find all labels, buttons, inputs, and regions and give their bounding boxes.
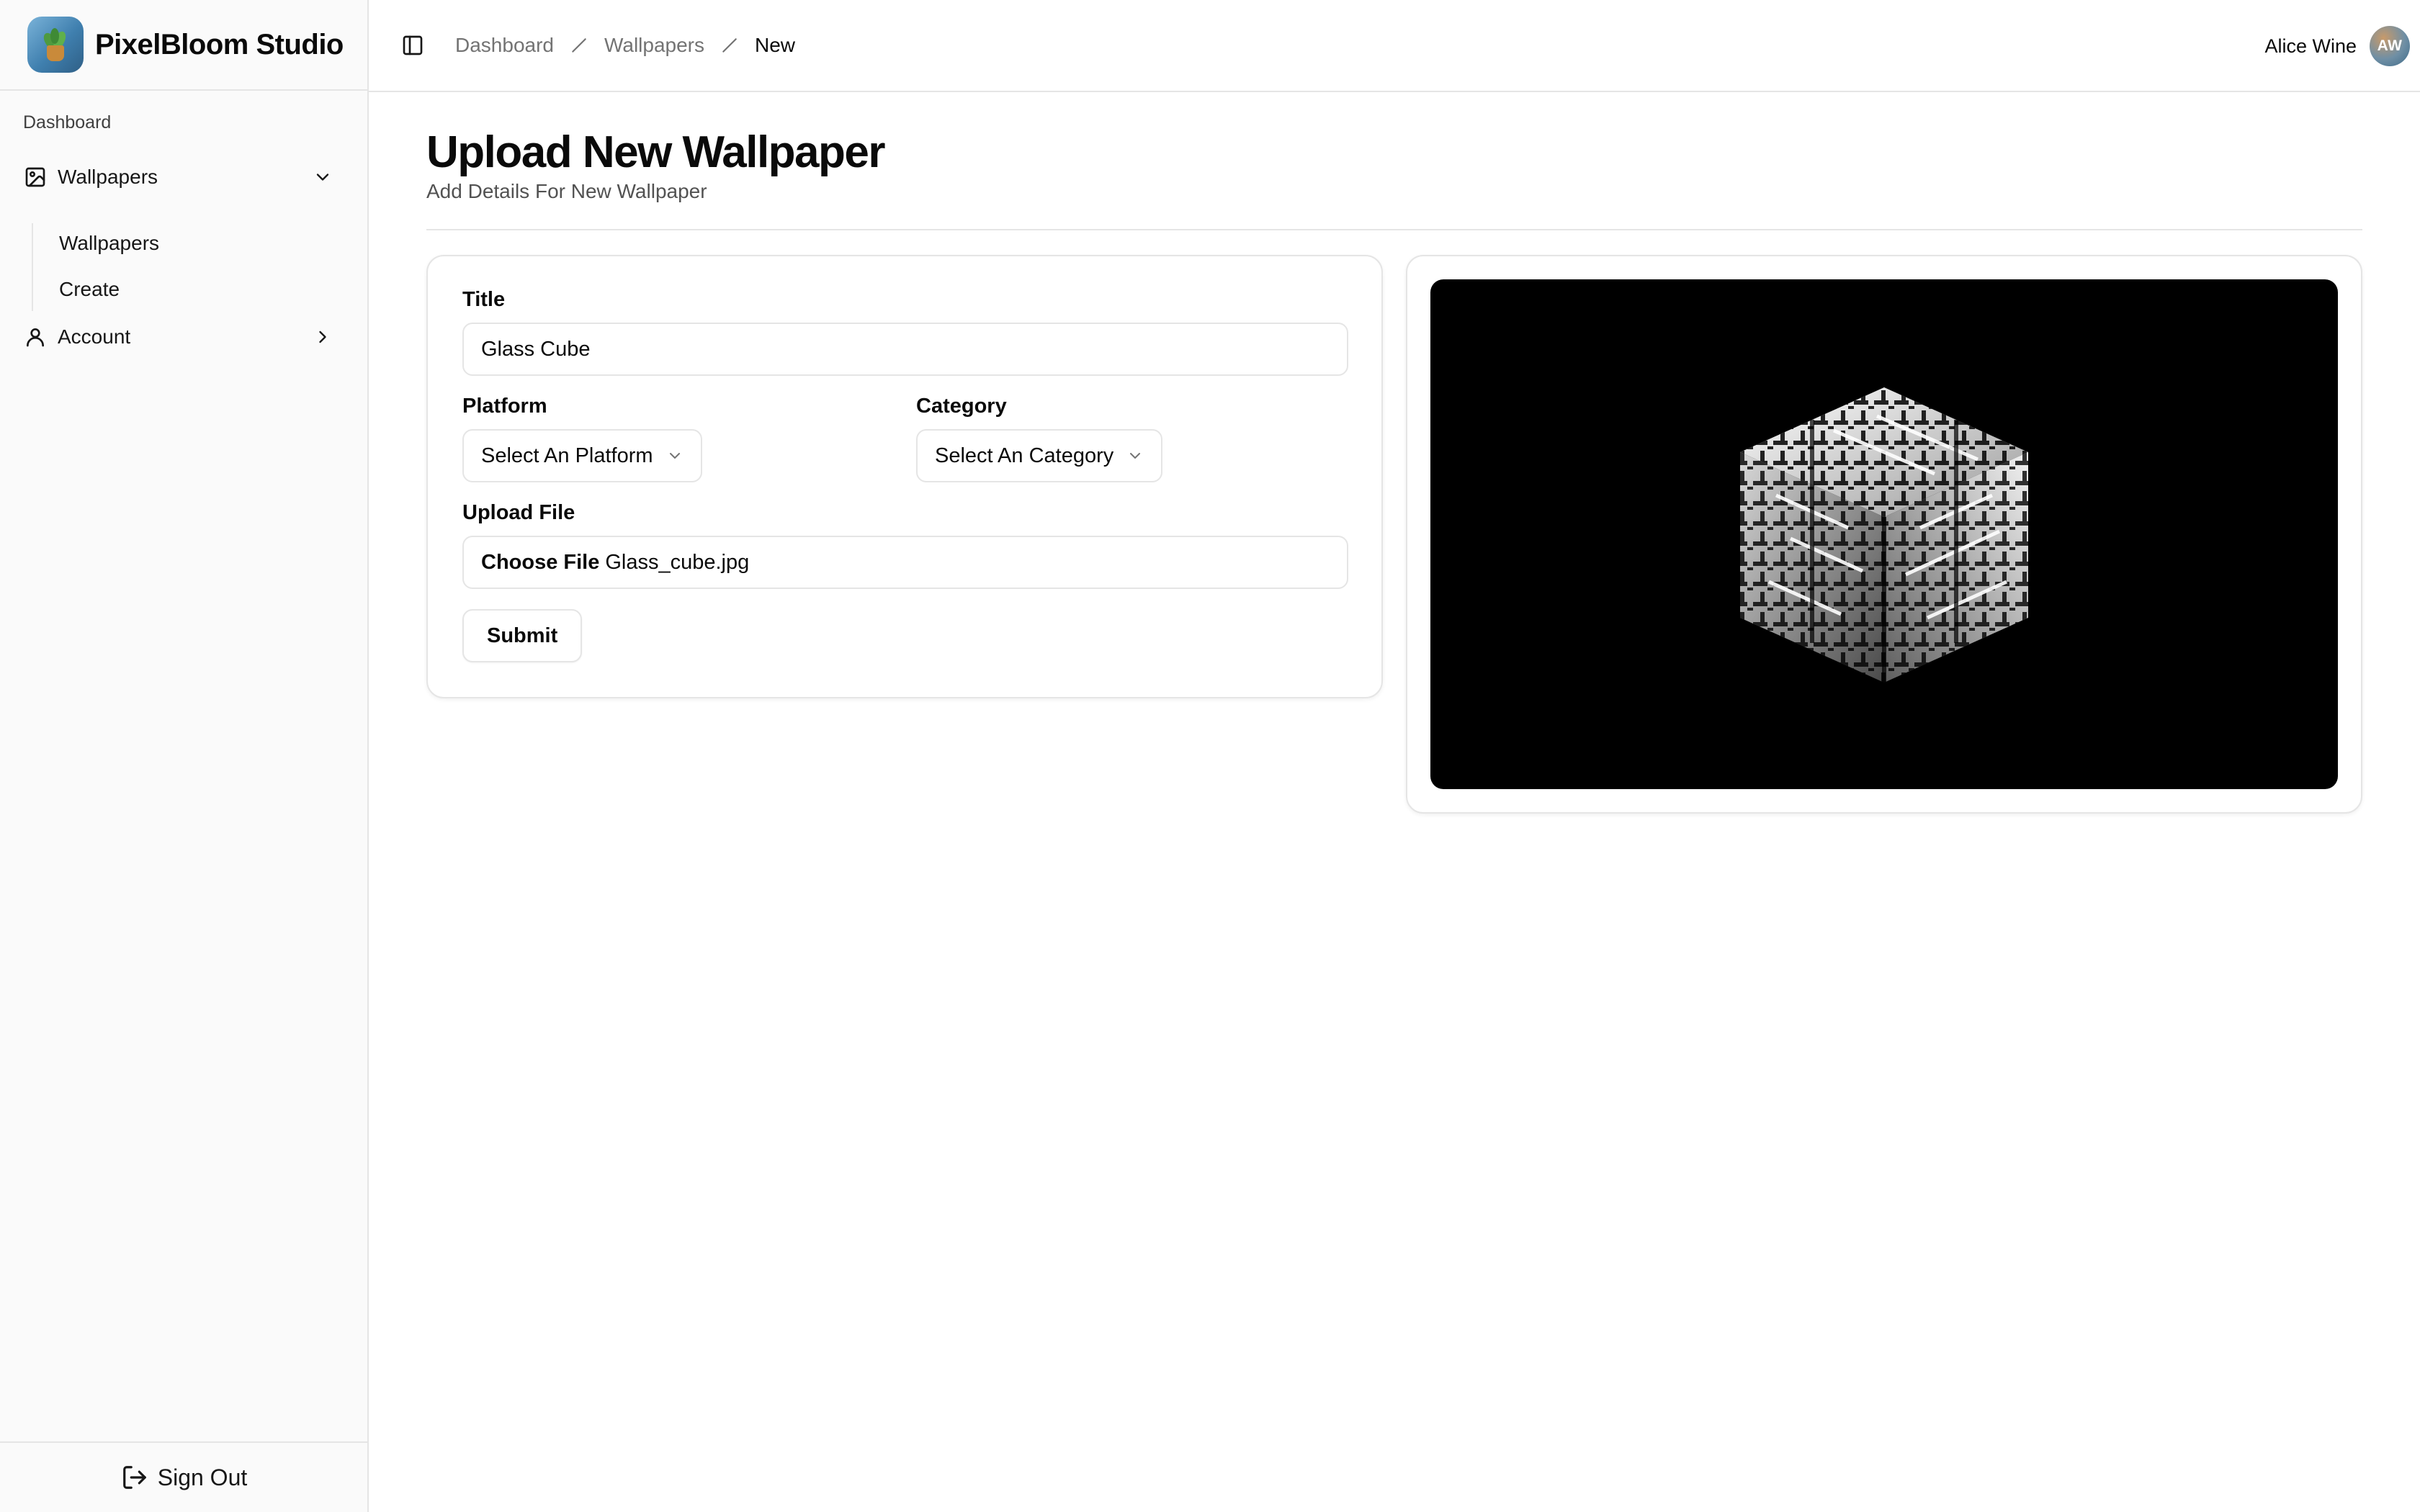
title-label: Title <box>462 288 506 311</box>
preview-card <box>1406 255 2362 814</box>
sign-out-button[interactable]: Sign Out <box>0 1441 367 1512</box>
choose-file-button[interactable]: Choose File <box>481 551 599 575</box>
brand-name: PixelBloom Studio <box>95 28 344 60</box>
brand[interactable]: PixelBloom Studio <box>0 0 367 91</box>
sidebar-item-account[interactable]: Account <box>12 314 350 360</box>
category-select[interactable]: Select An Category <box>916 429 1163 482</box>
sidebar-subitem-wallpapers[interactable]: Wallpapers <box>59 222 159 265</box>
title-input[interactable] <box>462 323 1348 376</box>
breadcrumb-wallpapers[interactable]: Wallpapers <box>604 34 704 57</box>
submit-button[interactable]: Submit <box>462 609 583 662</box>
page-title: Upload New Wallpaper <box>426 127 886 177</box>
category-select-value: Select An Category <box>935 444 1114 467</box>
chevron-right-icon[interactable] <box>311 325 334 348</box>
breadcrumb-current: New <box>755 34 796 56</box>
glass-cube-graphic <box>1740 387 2028 683</box>
sidebar-item-wallpapers[interactable]: Wallpapers <box>12 154 350 200</box>
top-bar: Dashboard Wallpapers New Alice Wine AW <box>369 0 2420 92</box>
upload-form-card: Title Platform Select An Platform Catego… <box>426 255 1383 698</box>
category-label: Category <box>916 395 1007 418</box>
nav-group-label: Dashboard <box>23 112 112 132</box>
page-subtitle: Add Details For New Wallpaper <box>426 180 707 202</box>
chevron-down-icon <box>666 447 684 464</box>
breadcrumb-dashboard[interactable]: Dashboard <box>455 34 554 57</box>
sidebar-submenu: Wallpapers Create <box>32 223 349 311</box>
chevron-down-icon[interactable] <box>311 166 334 189</box>
divider <box>426 229 2362 230</box>
sidebar-item-label: Account <box>58 325 131 348</box>
file-input[interactable]: Choose File Glass_cube.jpg <box>462 536 1348 589</box>
sidebar-item-label: Wallpapers <box>58 166 158 188</box>
image-icon <box>23 165 48 189</box>
file-name: Glass_cube.jpg <box>605 550 750 574</box>
sidebar-toggle-icon[interactable] <box>396 29 429 62</box>
sidebar-subitem-create[interactable]: Create <box>59 268 120 311</box>
upload-file-label: Upload File <box>462 501 575 524</box>
log-out-icon <box>120 1463 149 1492</box>
breadcrumb-separator-icon <box>570 36 588 55</box>
platform-label: Platform <box>462 395 547 418</box>
user-menu[interactable]: Alice Wine AW <box>2264 24 2410 68</box>
user-name: Alice Wine <box>2264 35 2357 57</box>
chevron-down-icon <box>1126 447 1144 464</box>
platform-select[interactable]: Select An Platform <box>462 429 702 482</box>
sign-out-label: Sign Out <box>157 1464 248 1490</box>
avatar: AW <box>2370 26 2410 66</box>
brand-logo <box>27 17 84 73</box>
wallpaper-preview-image <box>1430 279 2338 789</box>
platform-select-value: Select An Platform <box>481 444 653 467</box>
breadcrumb: Dashboard Wallpapers New <box>455 29 795 62</box>
sidebar: PixelBloom Studio Dashboard Wallpapers W… <box>0 0 369 1512</box>
user-icon <box>23 325 48 349</box>
breadcrumb-separator-icon <box>720 36 739 55</box>
